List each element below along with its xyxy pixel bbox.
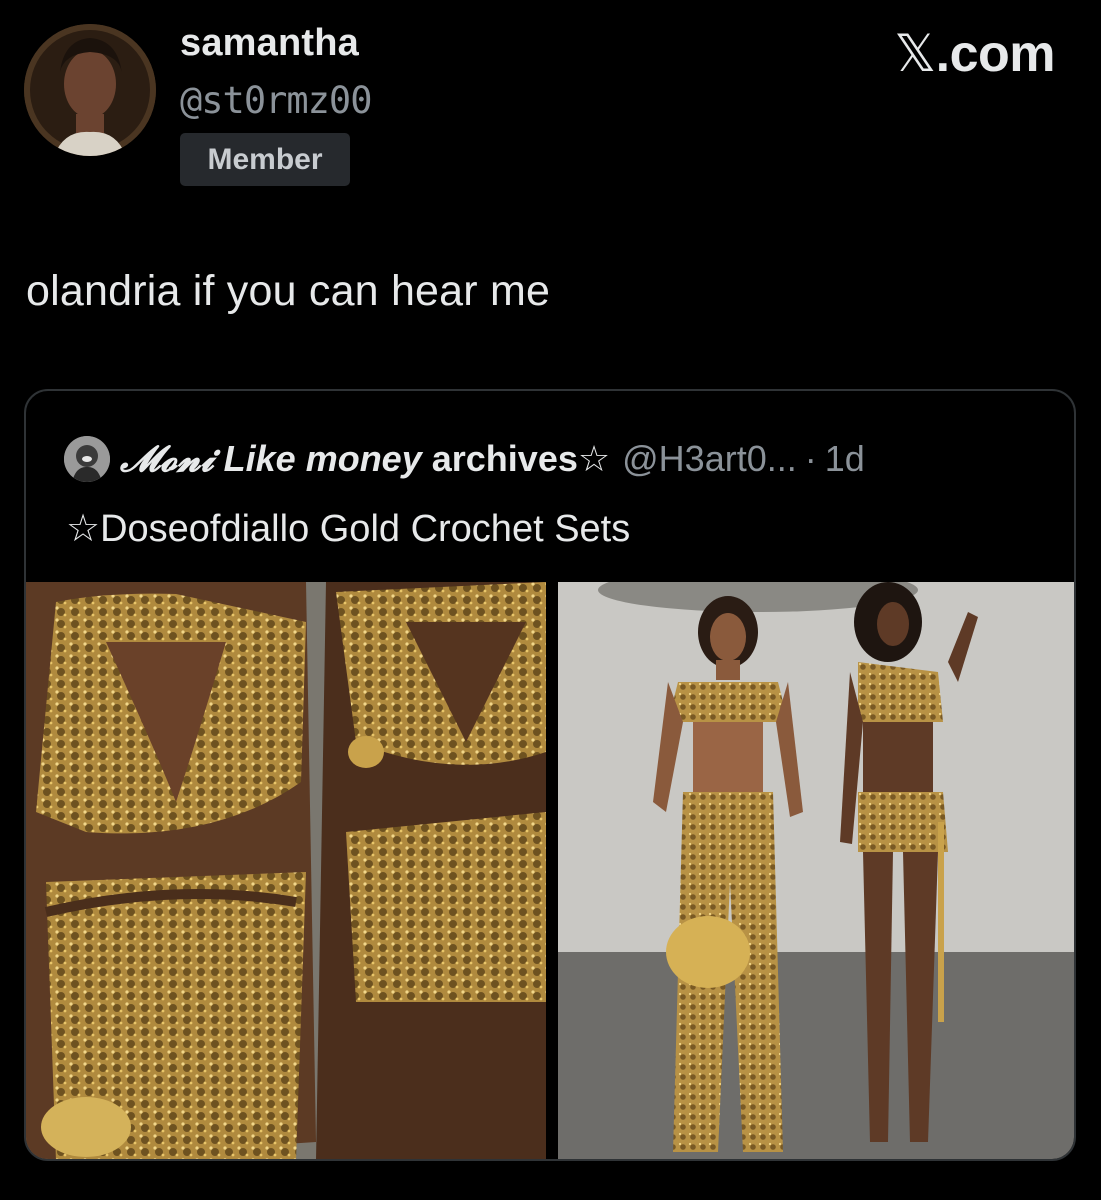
tweet-screenshot: samantha @st0rmz00 Member 𝕏.com olandria… xyxy=(0,0,1101,1200)
closeup-photo-image xyxy=(26,582,546,1159)
quoted-tweet-card[interactable]: 𝓜𝓸𝓷𝓲 Like money archives☆ @H3art0... · 1… xyxy=(24,389,1076,1161)
site-logo: 𝕏.com xyxy=(894,24,1055,84)
author-avatar-image xyxy=(24,24,156,156)
author-avatar[interactable] xyxy=(24,24,156,156)
quoted-timestamp[interactable]: 1d xyxy=(825,438,865,480)
media-grid xyxy=(26,582,1074,1159)
quoted-tweet-text: ☆Doseofdiallo Gold Crochet Sets xyxy=(66,508,631,550)
outfit-photo-closeup[interactable] xyxy=(26,582,546,1159)
meta-separator: · xyxy=(804,438,817,479)
quoted-name-italic: Like money xyxy=(223,437,422,479)
quoted-avatar-image xyxy=(64,436,110,482)
quoted-author-handle[interactable]: @H3art0... xyxy=(622,438,797,480)
quoted-author-avatar[interactable] xyxy=(64,436,110,482)
quoted-author-name[interactable]: 𝓜𝓸𝓷𝓲 Like money archives☆ xyxy=(120,438,610,481)
outfit-photo-fullbody[interactable] xyxy=(558,582,1074,1159)
author-display-name[interactable]: samantha xyxy=(180,22,359,65)
quoted-name-script: 𝓜𝓸𝓷𝓲 xyxy=(120,437,214,480)
x-logo-icon: 𝕏 xyxy=(894,24,936,84)
tweet-text: olandria if you can hear me xyxy=(26,267,551,315)
author-handle[interactable]: @st0rmz00 xyxy=(180,79,372,122)
member-badge: Member xyxy=(180,133,350,186)
site-logo-suffix: .com xyxy=(935,25,1056,83)
quoted-tweet-header: 𝓜𝓸𝓷𝓲 Like money archives☆ @H3art0... · 1… xyxy=(64,436,865,482)
fullbody-photo-image xyxy=(558,582,1074,1159)
quoted-name-bold: archives☆ xyxy=(431,437,611,479)
